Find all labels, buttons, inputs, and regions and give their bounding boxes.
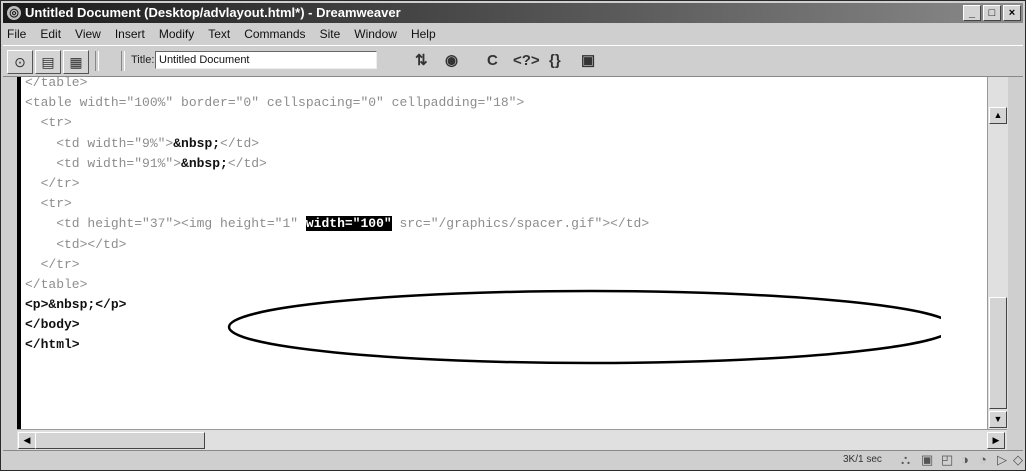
menu-site[interactable]: Site: [313, 25, 348, 43]
menu-commands[interactable]: Commands: [237, 25, 312, 43]
code-line[interactable]: </tr>: [25, 174, 649, 194]
history-icon[interactable]: ▷: [997, 452, 1007, 468]
menu-view[interactable]: View: [68, 25, 108, 43]
code-token: </td>: [220, 135, 260, 151]
code-token: <td width="9%">: [25, 135, 174, 151]
document-toolbar: ⊙ ▤ ▦ Title: ⇅ ◉ C <?> {} ▣: [3, 45, 1023, 77]
code-navigation-icon[interactable]: {}: [549, 52, 561, 70]
code-token: <p>&nbsp;</p>: [25, 297, 127, 313]
code-line[interactable]: <td width="9%">&nbsp;</td>: [25, 134, 649, 154]
scroll-up-arrow[interactable]: ▲: [989, 107, 1007, 124]
vertical-scrollbar[interactable]: ▲ ▼: [987, 77, 1008, 429]
preview-browser-icon[interactable]: ◉: [445, 52, 458, 70]
behaviors-icon[interactable]: ◔: [979, 452, 987, 467]
file-management-icon[interactable]: ⇅: [415, 52, 428, 70]
code-token: &nbsp;: [173, 135, 221, 151]
menu-bar: File Edit View Insert Modify Text Commands Site…: [3, 25, 1023, 43]
window-title: Untitled Document (Desktop/advlayout.htm…: [25, 5, 401, 20]
code-line[interactable]: <tr>: [25, 194, 649, 214]
selected-attribute: width="100": [305, 216, 392, 232]
code-editor[interactable]: </table> <table width="100%" border="0" c…: [17, 77, 991, 429]
code-line[interactable]: </tr>: [25, 255, 649, 275]
design-view-icon[interactable]: ▦: [63, 50, 89, 74]
split-view-icon[interactable]: ▤: [35, 50, 61, 74]
scroll-down-arrow[interactable]: ▼: [989, 411, 1007, 428]
horizontal-scrollbar[interactable]: ◀ ▶: [17, 429, 1007, 450]
assets-icon[interactable]: ▣: [921, 452, 933, 468]
code-token: </html>: [25, 337, 80, 353]
title-label: Title:: [131, 54, 155, 66]
title-bar[interactable]: ◎ Untitled Document (Desktop/advlayout.h…: [3, 3, 1023, 23]
close-button[interactable]: ×: [1003, 5, 1021, 21]
vertical-scroll-thumb[interactable]: [989, 297, 1007, 409]
code-view-icon[interactable]: ⊙: [7, 50, 33, 74]
scroll-left-arrow[interactable]: ◀: [18, 432, 36, 449]
view-options-icon[interactable]: ▣: [581, 52, 595, 70]
code-token: &nbsp;: [181, 155, 228, 171]
minimize-button[interactable]: _: [963, 5, 981, 21]
css-styles-icon[interactable]: ◑: [961, 452, 969, 467]
status-bar: 3K/1 sec ⛬ ▣ ◰ ◑ ◔ ▷ ◇: [3, 450, 1023, 469]
menu-file[interactable]: File: [3, 25, 33, 43]
horizontal-scroll-thumb[interactable]: [35, 432, 205, 449]
code-token: <td width="91%">: [25, 155, 182, 171]
menu-window[interactable]: Window: [347, 25, 404, 43]
dreamweaver-window: ◎ Untitled Document (Desktop/advlayout.h…: [0, 0, 1026, 471]
code-token: </td>: [227, 155, 267, 171]
code-line[interactable]: <td height="37"><img height="1" width="1…: [25, 214, 649, 234]
download-size: 3K/1 sec: [843, 454, 882, 465]
scroll-right-arrow[interactable]: ▶: [987, 432, 1005, 449]
code-inspector-icon[interactable]: ◇: [1013, 452, 1023, 468]
window-controls: _ □ ×: [961, 5, 1021, 21]
menu-insert[interactable]: Insert: [108, 25, 152, 43]
menu-text[interactable]: Text: [201, 25, 237, 43]
code-line[interactable]: <td width="91%">&nbsp;</td>: [25, 154, 649, 174]
code-line[interactable]: <tr>: [25, 113, 649, 133]
reference-icon[interactable]: <?>: [513, 52, 540, 70]
code-token: src="/graphics/spacer.gif"></td>: [391, 216, 650, 232]
code-line[interactable]: </table>: [25, 77, 649, 93]
html-styles-icon[interactable]: ◰: [941, 452, 953, 468]
toolbar-divider: [95, 51, 99, 71]
code-token: </body>: [25, 317, 80, 333]
code-token: <td height="37"><img height="1": [25, 216, 306, 232]
menu-modify[interactable]: Modify: [152, 25, 201, 43]
menu-edit[interactable]: Edit: [33, 25, 68, 43]
code-line[interactable]: <td></td>: [25, 235, 649, 255]
toolbar-divider: [121, 51, 125, 71]
maximize-button[interactable]: □: [983, 5, 1001, 21]
highlight-ellipse: [227, 289, 941, 365]
menu-help[interactable]: Help: [404, 25, 443, 43]
site-icon[interactable]: ⛬: [901, 452, 910, 468]
refresh-icon[interactable]: C: [487, 52, 498, 70]
title-input[interactable]: [155, 51, 377, 69]
app-icon: ◎: [7, 6, 21, 20]
code-line[interactable]: <table width="100%" border="0" cellspaci…: [25, 93, 649, 113]
